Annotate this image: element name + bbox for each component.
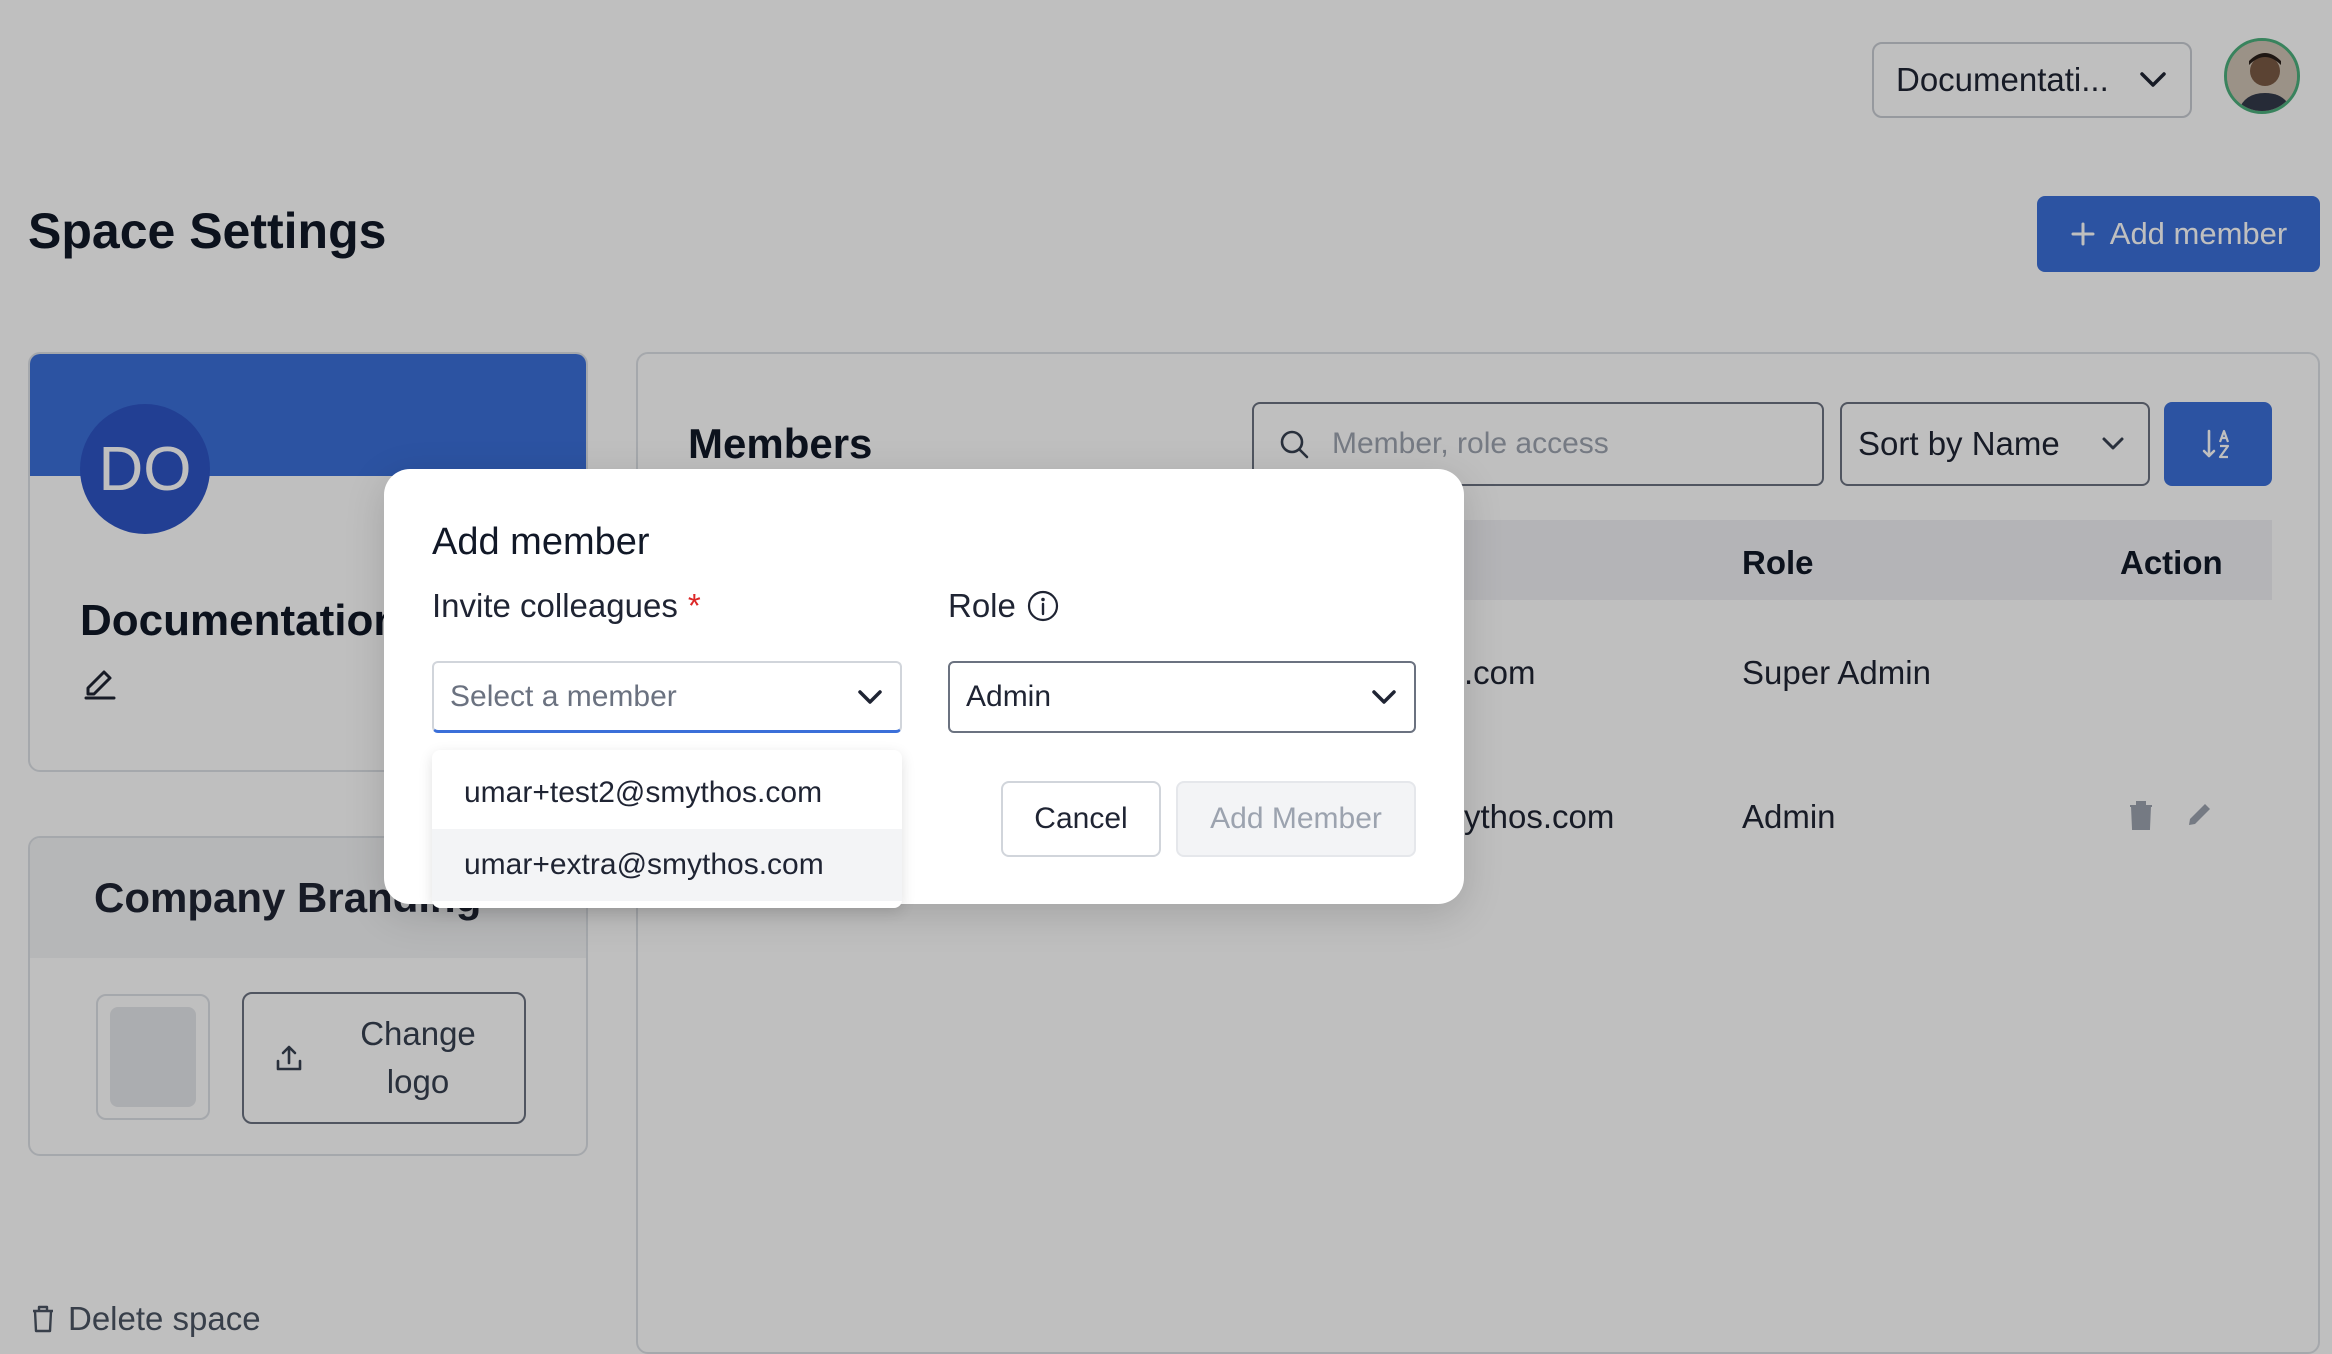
- invite-label-text: Invite colleagues: [432, 587, 678, 624]
- cancel-button[interactable]: Cancel: [1001, 781, 1161, 857]
- role-label-text: Role: [948, 587, 1016, 624]
- member-select[interactable]: Select a member: [432, 661, 902, 733]
- role-select-value: Admin: [966, 680, 1052, 713]
- invite-colleagues-label: Invite colleagues *: [432, 587, 701, 625]
- chevron-down-icon: [1372, 690, 1396, 704]
- required-mark: *: [687, 587, 701, 624]
- member-option[interactable]: umar+extra@smythos.com: [432, 829, 902, 901]
- member-option[interactable]: umar+test2@smythos.com: [432, 757, 902, 829]
- modal-title: Add member: [432, 521, 650, 563]
- role-select[interactable]: Admin: [948, 661, 1416, 733]
- member-dropdown: umar+test2@smythos.com umar+extra@smytho…: [432, 750, 902, 908]
- add-member-submit-button[interactable]: Add Member: [1176, 781, 1416, 857]
- info-icon[interactable]: [1026, 589, 1060, 623]
- role-label: Role: [948, 587, 1060, 625]
- chevron-down-icon: [858, 689, 882, 704]
- member-select-placeholder: Select a member: [450, 679, 677, 713]
